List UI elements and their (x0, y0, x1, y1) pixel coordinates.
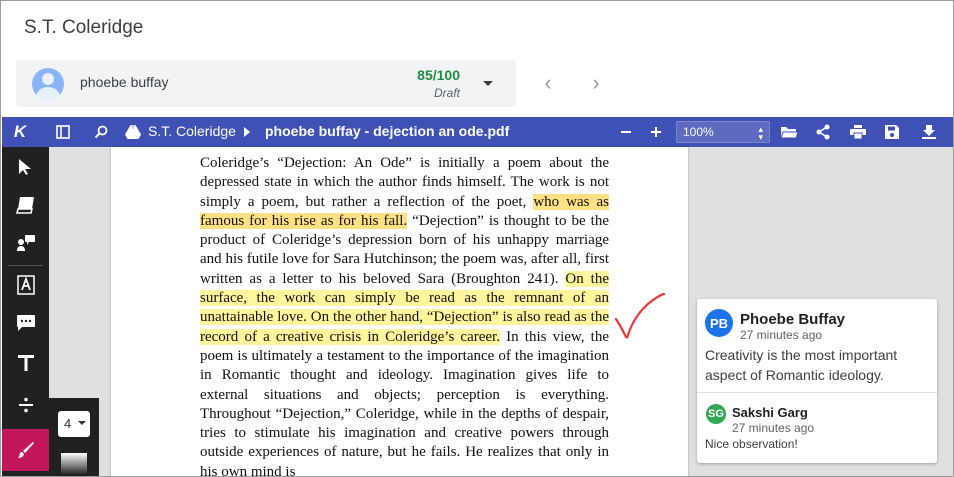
student-selector[interactable]: phoebe buffay 85/100 Draft (16, 60, 516, 107)
speech-to-text-icon[interactable] (2, 225, 49, 261)
previous-student-button[interactable]: ‹ (535, 71, 561, 97)
save-icon[interactable] (881, 117, 903, 147)
comment-author-avatar: PB (705, 309, 733, 337)
google-drive-icon (123, 117, 143, 147)
stroke-size-select[interactable]: 4 (58, 411, 90, 437)
checkmark-annotation-icon[interactable] (613, 291, 669, 345)
comment-body: Creativity is the most important aspect … (705, 347, 898, 383)
select-cursor-icon[interactable] (2, 149, 49, 185)
stroke-size-panel: 4 (49, 398, 99, 476)
search-icon[interactable] (91, 117, 111, 147)
print-icon[interactable] (847, 117, 869, 147)
color-gradient-picker[interactable] (61, 453, 87, 476)
zoom-out-icon[interactable] (616, 117, 636, 147)
grade-value[interactable]: 85/100 (417, 67, 460, 83)
download-icon[interactable] (918, 117, 940, 147)
reply-author-name: Sakshi Garg (732, 405, 808, 420)
zoom-caret-icon: ▴ ▾ (758, 124, 763, 142)
dictionary-book-icon[interactable] (2, 187, 49, 223)
comment-thread-card[interactable]: PB Phoebe Buffay 27 minutes ago Creativi… (697, 299, 937, 463)
freehand-drawing-icon[interactable] (2, 429, 49, 471)
text-highlighter-icon[interactable] (2, 267, 49, 303)
annotation-tool-sidebar (2, 147, 49, 476)
next-student-button[interactable]: › (583, 71, 609, 97)
comment-divider (697, 392, 937, 393)
pdf-page: Coleridge’s “Dejection: An Ode” is initi… (111, 147, 688, 477)
student-avatar-icon (32, 68, 64, 100)
reply-author-avatar: SG (706, 404, 726, 424)
kami-logo[interactable]: K (11, 117, 29, 147)
equation-divide-icon[interactable] (2, 387, 49, 423)
viewer-toolbar: K S.T. Coleridge phoebe buffay - dejecti… (2, 117, 953, 147)
student-name: phoebe buffay (80, 74, 169, 90)
comment-author-name: Phoebe Buffay (740, 311, 846, 328)
document-text[interactable]: Coleridge’s “Dejection: An Ode” is initi… (200, 154, 610, 477)
stroke-size-value: 4 (64, 416, 72, 431)
grade-dropdown-icon[interactable] (478, 75, 498, 93)
grade-status: Draft (433, 86, 460, 100)
comment-bubble-icon[interactable] (2, 305, 49, 341)
comment-timestamp: 27 minutes ago (740, 328, 823, 342)
zoom-value: 100% (683, 125, 714, 139)
document-text-segment: In this view, the poem is ultimately a t… (200, 328, 609, 477)
zoom-in-icon[interactable] (646, 117, 666, 147)
breadcrumb-folder[interactable]: S.T. Coleridge (148, 123, 236, 139)
grading-window: S.T. Coleridge phoebe buffay 85/100 Draf… (0, 0, 954, 477)
breadcrumb-chevron-icon (241, 117, 253, 147)
share-icon[interactable] (812, 117, 834, 147)
stroke-size-caret-icon (78, 421, 86, 425)
reply-timestamp: 27 minutes ago (732, 421, 815, 435)
text-box-icon[interactable] (2, 345, 49, 381)
zoom-select[interactable]: 100% ▴ ▾ (676, 121, 770, 143)
open-folder-icon[interactable] (778, 117, 800, 147)
sidebar-toggle-icon[interactable] (53, 117, 73, 147)
assignment-title: S.T. Coleridge (24, 17, 144, 38)
reply-body: Nice observation! (705, 437, 798, 451)
file-name: phoebe buffay - dejection an ode.pdf (265, 123, 510, 139)
